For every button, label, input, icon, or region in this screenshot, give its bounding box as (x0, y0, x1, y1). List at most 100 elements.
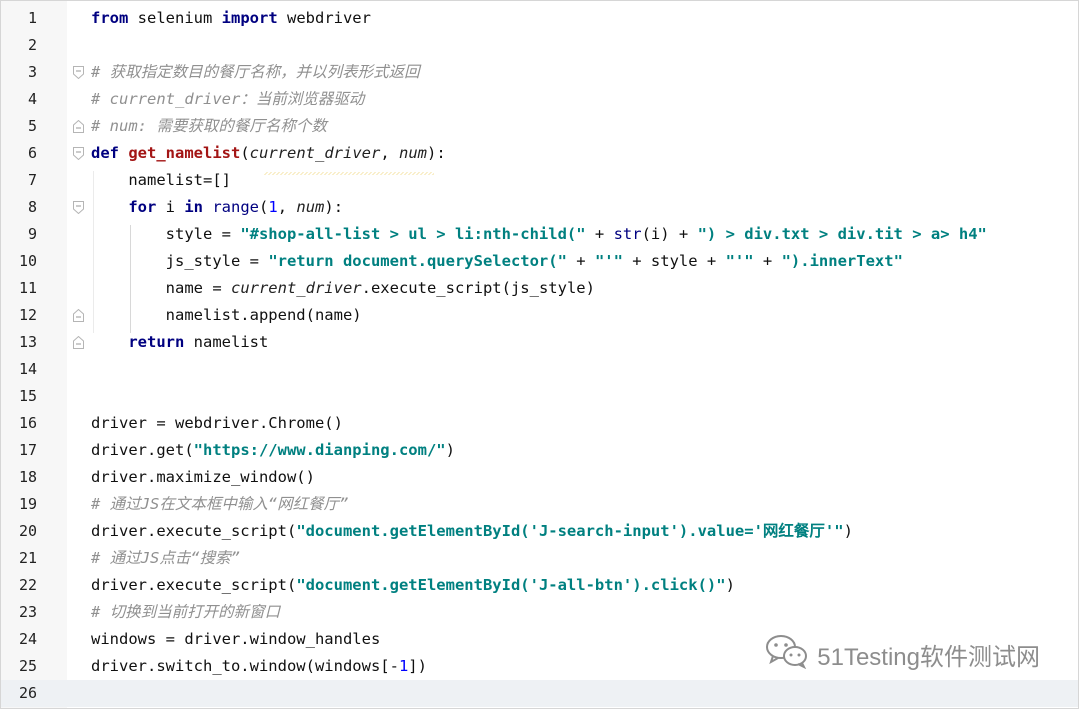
code-text[interactable]: for i in range(1, num): (91, 194, 343, 221)
fold-collapse-icon[interactable] (73, 66, 84, 79)
code-line[interactable]: 2 (1, 32, 1078, 59)
code-text[interactable]: driver.execute_script("document.getEleme… (91, 572, 735, 599)
code-line[interactable]: 19 # 通过JS在文本框中输入“网红餐厅” (1, 491, 1078, 518)
code-text[interactable]: # num: 需要获取的餐厅名称个数 (91, 113, 327, 140)
code-token: namelist.append(name) (91, 306, 362, 324)
code-line[interactable]: 7 namelist=[] (1, 167, 1078, 194)
code-line[interactable]: 21 # 通过JS点击“搜索” (1, 545, 1078, 572)
code-line[interactable]: 20 driver.execute_script("document.getEle… (1, 518, 1078, 545)
fold-collapse-icon[interactable] (73, 147, 84, 160)
code-text[interactable]: windows = driver.window_handles (91, 626, 380, 653)
code-token: driver = webdriver.Chrome() (91, 414, 343, 432)
code-token: "'" (725, 252, 754, 270)
code-text[interactable]: # current_driver：当前浏览器驱动 (91, 86, 364, 113)
code-line[interactable]: 4 # current_driver：当前浏览器驱动 (1, 86, 1078, 113)
line-number: 2 (27, 36, 37, 54)
code-line[interactable]: 13 return namelist (1, 329, 1078, 356)
code-text[interactable]: style = "#shop-all-list > ul > li:nth-ch… (91, 221, 987, 248)
code-token: 1 (268, 198, 278, 216)
code-token: "document.getElementById('J-all-btn').cl… (296, 576, 726, 594)
code-token: ): (427, 144, 446, 162)
code-line[interactable]: 22 driver.execute_script("document.getEle… (1, 572, 1078, 599)
code-line[interactable]: 18 driver.maximize_window() (1, 464, 1078, 491)
fold-collapse-icon[interactable] (73, 201, 84, 214)
code-text[interactable]: return namelist (91, 329, 268, 356)
code-line[interactable]: 12 namelist.append(name) (1, 302, 1078, 329)
code-token: "document.getElementById('J-search-input… (296, 522, 844, 540)
code-token: range (212, 198, 260, 216)
code-token: # 通过JS点击“搜索” (91, 549, 240, 567)
code-token: return (128, 333, 185, 351)
code-token: ") > div.txt > div.tit > a> h4" (697, 225, 987, 243)
code-line[interactable]: 9 style = "#shop-all-list > ul > li:nth-… (1, 221, 1078, 248)
code-token: ( (240, 144, 250, 162)
code-line[interactable]: 14 (1, 356, 1078, 383)
watermark: 51Testing软件测试网 (765, 633, 1040, 676)
code-token: style = (91, 225, 241, 243)
code-line[interactable]: 23 # 切换到当前打开的新窗口 (1, 599, 1078, 626)
line-number: 17 (18, 441, 37, 459)
code-text[interactable]: driver.get("https://www.dianping.com/") (91, 437, 455, 464)
code-token: import (221, 9, 278, 27)
code-token: namelist (184, 333, 269, 351)
code-line[interactable]: 15 (1, 383, 1078, 410)
code-text[interactable]: driver.execute_script("document.getEleme… (91, 518, 853, 545)
code-token: # 通过JS在文本框中输入“网红餐厅” (91, 495, 349, 513)
code-text[interactable]: namelist=[] (91, 167, 231, 194)
code-line[interactable]: 5 # num: 需要获取的餐厅名称个数 (1, 113, 1078, 140)
code-token: driver.get( (91, 441, 194, 459)
code-text[interactable]: # 获取指定数目的餐厅名称，并以列表形式返回 (91, 59, 420, 86)
code-area[interactable]: 1 from selenium import webdriver 2 3 # 获取指定数… (1, 5, 1078, 707)
line-number: 3 (27, 63, 37, 81)
code-text[interactable]: namelist.append(name) (91, 302, 362, 329)
code-line[interactable]: 16 driver = webdriver.Chrome() (1, 410, 1078, 437)
code-text[interactable]: driver.switch_to.window(windows[-1]) (91, 653, 427, 680)
code-line[interactable]: 3 # 获取指定数目的餐厅名称，并以列表形式返回 (1, 59, 1078, 86)
fold-end-icon[interactable] (73, 120, 84, 133)
line-number: 24 (18, 630, 37, 648)
code-line[interactable]: 8 for i in range(1, num): (1, 194, 1078, 221)
line-number: 12 (18, 306, 37, 324)
code-text[interactable]: driver.maximize_window() (91, 464, 315, 491)
code-text[interactable]: driver = webdriver.Chrome() (91, 410, 343, 437)
code-text[interactable]: # 通过JS在文本框中输入“网红餐厅” (91, 491, 349, 518)
code-token: current_driver (249, 144, 381, 162)
fold-end-icon[interactable] (73, 336, 84, 349)
code-token: ( (259, 198, 269, 216)
watermark-text: 51Testing软件测试网 (817, 644, 1040, 671)
code-token: driver.execute_script( (91, 522, 297, 540)
code-line[interactable]: 1 from selenium import webdriver (1, 5, 1078, 32)
code-line[interactable]: 10 js_style = "return document.querySele… (1, 248, 1078, 275)
line-number: 6 (27, 144, 37, 162)
code-line[interactable]: 26 (1, 680, 1078, 707)
fold-end-icon[interactable] (73, 309, 84, 322)
code-token: windows = driver.window_handles (91, 630, 381, 648)
code-token: name = (91, 279, 231, 297)
line-number: 21 (18, 549, 37, 567)
code-token: selenium (128, 9, 222, 27)
code-text[interactable]: # 切换到当前打开的新窗口 (91, 599, 280, 626)
code-token: , (277, 198, 297, 216)
code-text[interactable]: def get_namelist(current_driver, num): (91, 140, 446, 167)
code-text[interactable]: # 通过JS点击“搜索” (91, 545, 240, 572)
code-text[interactable]: js_style = "return document.querySelecto… (91, 248, 903, 275)
code-token: num (399, 144, 427, 162)
indent-guide (130, 225, 131, 333)
code-token: ) (445, 441, 455, 459)
code-token: for (128, 198, 157, 216)
code-token: (i) + (641, 225, 698, 243)
code-token: i (156, 198, 185, 216)
code-text[interactable]: name = current_driver.execute_script(js_… (91, 275, 595, 302)
code-token: from (91, 9, 129, 27)
code-token: ) (843, 522, 853, 540)
code-text[interactable]: from selenium import webdriver (91, 5, 371, 32)
code-token: "https://www.dianping.com/" (193, 441, 446, 459)
line-number: 13 (18, 333, 37, 351)
code-line[interactable]: 17 driver.get("https://www.dianping.com/"… (1, 437, 1078, 464)
code-line[interactable]: 11 name = current_driver.execute_script(… (1, 275, 1078, 302)
code-editor[interactable]: 1 from selenium import webdriver 2 3 # 获取指定数… (0, 0, 1079, 709)
code-line[interactable]: 6 def get_namelist(current_driver, num): (1, 140, 1078, 167)
code-token: + style + (622, 252, 726, 270)
